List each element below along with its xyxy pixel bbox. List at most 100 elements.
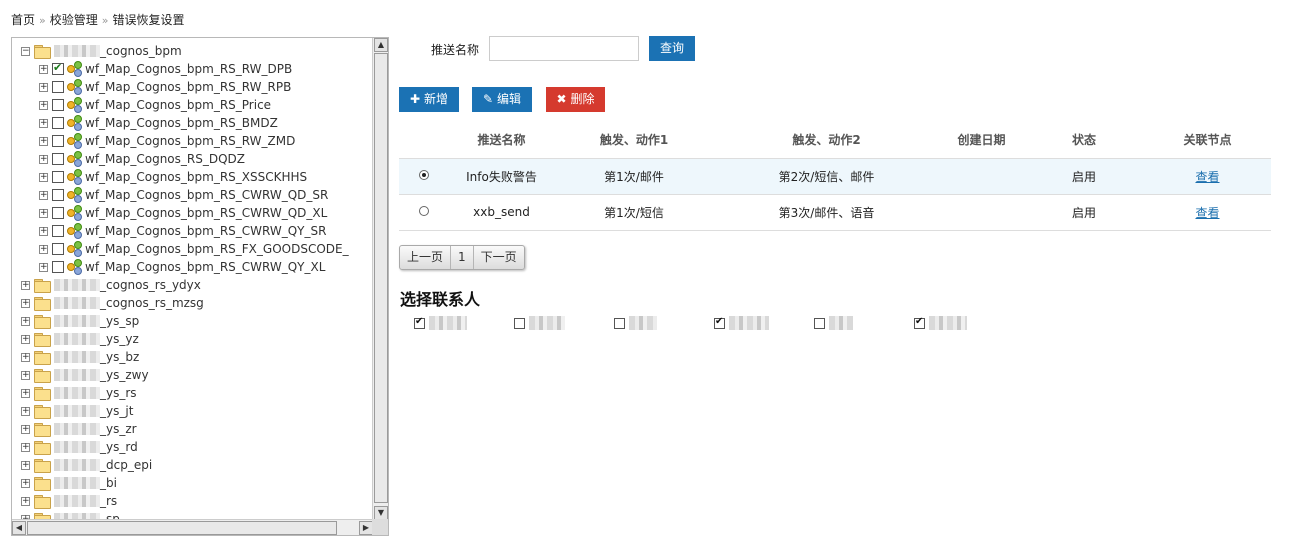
expand-icon[interactable]: + (39, 190, 48, 200)
tree-node-folder[interactable]: + _ys_rs (21, 384, 137, 402)
expand-icon[interactable]: + (21, 370, 30, 380)
tree-node-checkbox[interactable] (52, 135, 64, 147)
add-button[interactable]: ✚ 新增 (399, 87, 459, 112)
tree-node-workflow[interactable]: + wf_Map_Cognos_bpm_RS_RW_ZMD (39, 132, 295, 150)
expand-icon[interactable]: + (21, 388, 30, 398)
scroll-down-icon[interactable]: ▼ (374, 506, 388, 520)
tree-node-workflow[interactable]: + wf_Map_Cognos_bpm_RS_BMDZ (39, 114, 278, 132)
tree-node-folder[interactable]: + _ys_zr (21, 420, 137, 438)
tree-node-workflow[interactable]: + wf_Map_Cognos_bpm_RS_RW_RPB (39, 78, 291, 96)
contact-option[interactable] (514, 316, 565, 330)
tree-node-folder[interactable]: + _ys_jt (21, 402, 133, 420)
delete-button[interactable]: ✖ 删除 (546, 87, 605, 112)
tree-node-folder[interactable]: + _ys_yz (21, 330, 139, 348)
tree-node-workflow[interactable]: + wf_Map_Cognos_bpm_RS_CWRW_QD_XL (39, 204, 327, 222)
expand-icon[interactable]: + (39, 64, 48, 74)
next-page-button[interactable]: 下一页 (474, 246, 524, 269)
page-number[interactable]: 1 (451, 246, 474, 269)
expand-icon[interactable]: + (21, 424, 30, 434)
row-radio[interactable] (419, 170, 429, 180)
scroll-right-icon[interactable]: ▶ (359, 521, 373, 535)
contact-option[interactable] (614, 316, 657, 330)
tree-node-checkbox[interactable] (52, 243, 64, 255)
contact-checkbox[interactable] (714, 316, 725, 329)
tree-node-root[interactable]: − _cognos_bpm (21, 42, 182, 60)
tree-node-checkbox[interactable] (52, 117, 64, 129)
expand-icon[interactable]: + (39, 262, 48, 272)
tree-node-workflow[interactable]: + wf_Map_Cognos_RS_DQDZ (39, 150, 245, 168)
contact-checkbox[interactable] (414, 316, 425, 329)
expand-icon[interactable]: + (39, 82, 48, 92)
expand-icon[interactable]: + (21, 280, 30, 290)
tree-node-folder[interactable]: + _cognos_rs_ydyx (21, 276, 201, 294)
push-name-input[interactable] (489, 36, 639, 61)
tree-node-checkbox[interactable] (52, 189, 64, 201)
tree-node-checkbox[interactable] (52, 81, 64, 93)
tree-node-workflow[interactable]: + wf_Map_Cognos_bpm_RS_CWRW_QD_SR (39, 186, 328, 204)
tree-node-folder[interactable]: + _ys_rd (21, 438, 138, 456)
scrollbar-thumb[interactable] (27, 521, 337, 535)
tree-node-workflow[interactable]: + wf_Map_Cognos_bpm_RS_RW_DPB (39, 60, 292, 78)
query-button[interactable]: 查询 (649, 36, 695, 61)
contact-option[interactable] (714, 316, 769, 330)
tree-node-workflow[interactable]: + wf_Map_Cognos_bpm_RS_CWRW_QY_XL (39, 258, 325, 276)
vertical-scrollbar[interactable]: ▲ ▼ (372, 38, 388, 520)
expand-icon[interactable]: + (21, 496, 30, 506)
expand-icon[interactable]: + (21, 334, 30, 344)
expand-icon[interactable]: + (21, 316, 30, 326)
tree-node-checkbox[interactable] (52, 261, 64, 273)
prev-page-button[interactable]: 上一页 (400, 246, 452, 269)
breadcrumb-home[interactable]: 首页 (11, 13, 35, 27)
scroll-left-icon[interactable]: ◀ (12, 521, 26, 535)
expand-icon[interactable]: + (39, 172, 48, 182)
table-row[interactable]: xxb_send 第1次/短信 第3次/邮件、语音 启用 查看 (399, 194, 1271, 231)
expand-icon[interactable]: + (39, 244, 48, 254)
contact-option[interactable] (414, 316, 467, 330)
breadcrumb-validation[interactable]: 校验管理 (50, 13, 98, 27)
expand-icon[interactable]: + (39, 226, 48, 236)
expand-icon[interactable]: + (21, 406, 30, 416)
expand-icon[interactable]: + (21, 442, 30, 452)
contact-option[interactable] (914, 316, 967, 330)
expand-icon[interactable]: + (39, 154, 48, 164)
row-radio[interactable] (419, 206, 429, 216)
expand-icon[interactable]: + (39, 118, 48, 128)
tree-node-folder[interactable]: + _dcp_epi (21, 456, 152, 474)
expand-icon[interactable]: + (39, 136, 48, 146)
table-row[interactable]: Info失败警告 第1次/邮件 第2次/短信、邮件 启用 查看 (399, 158, 1271, 195)
tree-node-checkbox[interactable] (52, 61, 64, 75)
tree-node-checkbox[interactable] (52, 99, 64, 111)
tree-node-checkbox[interactable] (52, 225, 64, 237)
tree-node-workflow[interactable]: + wf_Map_Cognos_bpm_RS_CWRW_QY_SR (39, 222, 326, 240)
view-link[interactable]: 查看 (1195, 206, 1219, 220)
expand-icon[interactable]: + (39, 208, 48, 218)
contact-checkbox[interactable] (614, 317, 625, 329)
expand-icon[interactable]: + (39, 100, 48, 110)
scrollbar-thumb[interactable] (374, 53, 388, 503)
tree-node-folder[interactable]: + _ys_zwy (21, 366, 149, 384)
collapse-icon[interactable]: − (21, 46, 30, 56)
tree-node-checkbox[interactable] (52, 171, 64, 183)
tree-node-workflow[interactable]: + wf_Map_Cognos_bpm_RS_XSSCKHHS (39, 168, 307, 186)
horizontal-scrollbar[interactable]: ◀ ▶ (12, 519, 373, 535)
tree-node-folder[interactable]: + _ys_bz (21, 348, 139, 366)
contact-option[interactable] (814, 316, 853, 330)
tree-node-checkbox[interactable] (52, 207, 64, 219)
contact-checkbox[interactable] (914, 316, 925, 329)
edit-button[interactable]: ✎ 编辑 (472, 87, 532, 112)
tree-node-folder[interactable]: + _rs (21, 492, 117, 510)
view-link[interactable]: 查看 (1195, 170, 1219, 184)
contact-checkbox[interactable] (514, 317, 525, 329)
tree-node-folder[interactable]: + _cognos_rs_mzsg (21, 294, 204, 312)
expand-icon[interactable]: + (21, 352, 30, 362)
tree-node-checkbox[interactable] (52, 153, 64, 165)
tree-node-workflow[interactable]: + wf_Map_Cognos_bpm_RS_FX_GOODSCODE_ (39, 240, 349, 258)
expand-icon[interactable]: + (21, 460, 30, 470)
contact-checkbox[interactable] (814, 317, 825, 329)
tree-node-folder[interactable]: + _bi (21, 474, 117, 492)
expand-icon[interactable]: + (21, 298, 30, 308)
tree-node-workflow[interactable]: + wf_Map_Cognos_bpm_RS_Price (39, 96, 271, 114)
tree-node-folder[interactable]: + _ys_sp (21, 312, 139, 330)
scroll-up-icon[interactable]: ▲ (374, 38, 388, 52)
expand-icon[interactable]: + (21, 478, 30, 488)
